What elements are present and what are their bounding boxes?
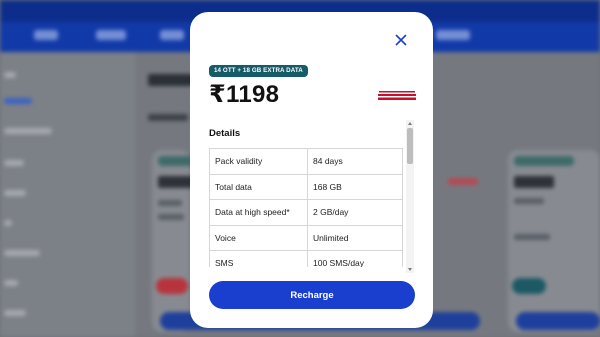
recharge-button[interactable]: Recharge bbox=[209, 281, 415, 309]
detail-label: Pack validity bbox=[209, 148, 308, 175]
detail-label: SMS bbox=[209, 250, 308, 267]
detail-value: 2 GB/day bbox=[307, 199, 403, 226]
background-red-badge bbox=[448, 178, 478, 185]
detail-value: 84 days bbox=[307, 148, 403, 175]
background-button-strip bbox=[516, 312, 600, 330]
scrollbar-thumb[interactable] bbox=[407, 128, 413, 164]
detail-value: 168 GB bbox=[307, 173, 403, 200]
detail-value: 100 SMS/day bbox=[307, 250, 403, 267]
background-subheading bbox=[148, 114, 188, 121]
plan-benefit-tag: 14 OTT + 18 GB EXTRA DATA bbox=[209, 65, 308, 77]
table-row: SMS 100 SMS/day bbox=[209, 250, 403, 267]
plan-details-modal: 14 OTT + 18 GB EXTRA DATA ₹1198 Details … bbox=[190, 12, 433, 328]
detail-label: Voice bbox=[209, 224, 308, 251]
close-icon bbox=[395, 34, 407, 46]
background-chip bbox=[156, 278, 188, 294]
plan-price: ₹1198 bbox=[209, 81, 280, 108]
table-row: Total data 168 GB bbox=[209, 173, 403, 200]
table-row: Voice Unlimited bbox=[209, 224, 403, 251]
background-chip bbox=[512, 278, 546, 294]
scroll-down-arrow-icon[interactable] bbox=[408, 268, 412, 271]
details-table: Pack validity 84 days Total data 168 GB … bbox=[209, 148, 403, 267]
unlimited-5g-logo bbox=[378, 90, 416, 102]
details-table-container: Pack validity 84 days Total data 168 GB … bbox=[209, 148, 403, 267]
detail-label: Data at high speed* bbox=[209, 199, 308, 226]
table-row: Data at high speed* 2 GB/day bbox=[209, 199, 403, 226]
background-plan-card bbox=[152, 150, 218, 332]
details-scrollbar[interactable] bbox=[406, 120, 414, 273]
detail-label: Total data bbox=[209, 173, 308, 200]
table-row: Pack validity 84 days bbox=[209, 148, 403, 175]
close-button[interactable] bbox=[394, 33, 408, 47]
background-plan-card bbox=[508, 150, 600, 332]
detail-value: Unlimited bbox=[307, 224, 403, 251]
background-sidebar bbox=[0, 52, 135, 337]
scroll-up-arrow-icon[interactable] bbox=[408, 122, 412, 125]
details-heading: Details bbox=[209, 128, 241, 139]
